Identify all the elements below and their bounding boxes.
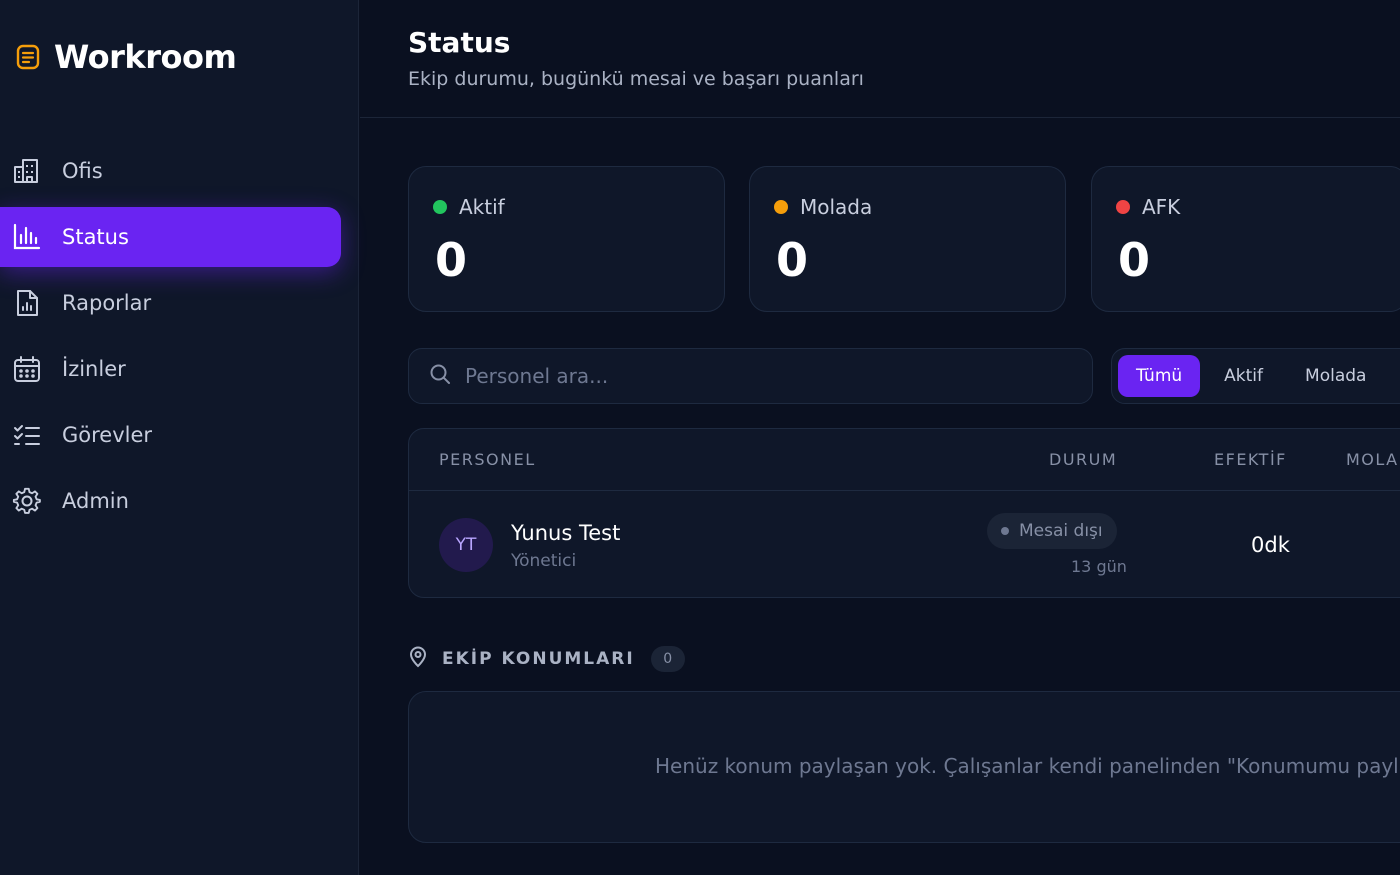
sidebar-item-ofis[interactable]: Ofis [0,141,341,201]
status-dot-icon [1116,200,1130,214]
report-file-icon [12,288,42,318]
sidebar: Workroom Ofis Status Raporlar İzinler Gö… [0,0,359,875]
stat-label: AFK [1142,195,1181,219]
calendar-icon [12,354,42,384]
search-icon [429,363,451,389]
column-header-efektif[interactable]: EFEKTİF [1214,450,1287,469]
table-row[interactable]: YT Yunus Test Yönetici Mesai dışı 13 gün… [409,491,1400,597]
sidebar-item-izinler[interactable]: İzinler [0,339,341,399]
sidebar-item-label: Raporlar [62,291,152,315]
sidebar-item-label: İzinler [62,357,126,381]
column-header-durum[interactable]: DURUM [1049,450,1117,469]
sidebar-item-admin[interactable]: Admin [0,471,341,531]
effective-time: 0dk [1251,533,1290,557]
sidebar-item-label: Ofis [62,159,103,183]
empty-state-text: Henüz konum paylaşan yok. Çalışanlar ken… [655,754,1400,778]
staff-table: PERSONEL DURUM EFEKTİF MOLA YT Yunus Tes… [408,428,1400,598]
app-name: Workroom [54,38,237,76]
status-dot-icon [433,200,447,214]
status-dot-icon [1001,527,1009,535]
person-role: Yönetici [511,551,577,571]
section-title: EKİP KONUMLARI [442,649,635,669]
map-pin-icon [408,646,428,672]
column-header-mola[interactable]: MOLA [1346,450,1399,469]
stat-card-aktif: Aktif 0 [408,166,725,312]
team-locations-panel: Henüz konum paylaşan yok. Çalışanlar ken… [408,691,1400,843]
status-badge: Mesai dışı [987,513,1117,549]
avatar: YT [439,518,493,572]
stat-card-molada: Molada 0 [749,166,1066,312]
column-header-personel[interactable]: PERSONEL [439,450,536,469]
filter-break-button[interactable]: Molada [1287,355,1384,397]
bar-chart-icon [12,222,42,252]
status-duration: 13 gün [1071,557,1127,576]
sidebar-item-raporlar[interactable]: Raporlar [0,273,341,333]
sidebar-item-label: Status [62,225,129,249]
sidebar-item-label: Admin [62,489,129,513]
stat-label: Molada [800,195,873,219]
team-locations-header: EKİP KONUMLARI 0 [408,646,685,672]
filter-all-button[interactable]: Tümü [1118,355,1201,397]
sidebar-item-label: Görevler [62,423,153,447]
gear-icon [12,486,42,516]
stat-label: Aktif [459,195,505,219]
filter-active-button[interactable]: Aktif [1206,355,1281,397]
brand[interactable]: Workroom [14,38,237,76]
stat-value: 0 [435,233,468,287]
page-title: Status [408,26,511,59]
search-box [408,348,1093,404]
page-header: Status Ekip durumu, bugünkü mesai ve baş… [360,0,1400,118]
sidebar-item-status[interactable]: Status [0,207,341,267]
stat-value: 0 [776,233,809,287]
sidebar-item-gorevler[interactable]: Görevler [0,405,341,465]
stat-card-afk: AFK 0 [1091,166,1400,312]
search-input[interactable] [465,364,1025,388]
building-icon [12,156,42,186]
checklist-icon [12,420,42,450]
notepad-icon [14,43,42,71]
status-badge-label: Mesai dışı [1019,521,1103,541]
person-name: Yunus Test [511,521,621,545]
sidebar-nav: Ofis Status Raporlar İzinler Görevler Ad… [0,141,341,537]
stat-value: 0 [1118,233,1151,287]
page-subtitle: Ekip durumu, bugünkü mesai ve başarı pua… [408,68,864,90]
status-dot-icon [774,200,788,214]
count-badge: 0 [650,646,685,672]
table-header: PERSONEL DURUM EFEKTİF MOLA [409,429,1400,491]
filter-group: Tümü Aktif Molada [1111,348,1400,404]
